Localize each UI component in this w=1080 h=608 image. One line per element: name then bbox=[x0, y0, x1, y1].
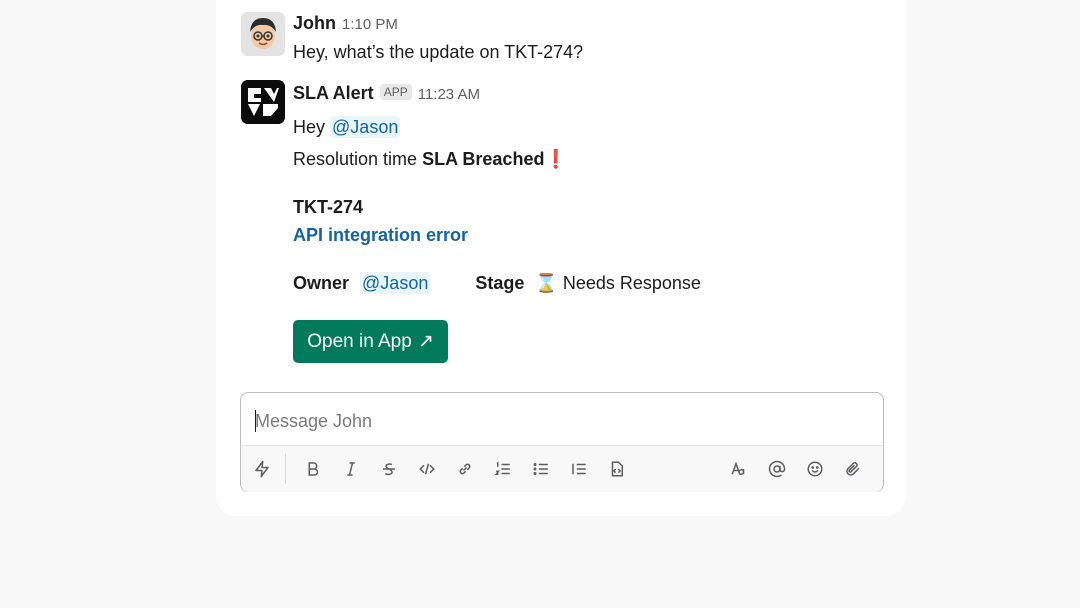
timestamp[interactable]: 11:23 AM bbox=[418, 86, 480, 103]
toolbar-divider bbox=[285, 454, 286, 484]
bulleted-list-icon[interactable] bbox=[528, 456, 554, 482]
message-input[interactable] bbox=[255, 409, 855, 433]
link-icon[interactable] bbox=[452, 456, 478, 482]
owner-mention[interactable]: @Jason bbox=[360, 272, 431, 294]
external-arrow-icon: ↗ bbox=[417, 331, 434, 352]
author-name[interactable]: John bbox=[293, 13, 336, 33]
resolution-label: Resolution time bbox=[293, 149, 418, 169]
open-in-app-button[interactable]: Open in App ↗ bbox=[293, 320, 448, 363]
code-icon[interactable] bbox=[414, 456, 440, 482]
timestamp[interactable]: 1:10 PM bbox=[342, 16, 398, 33]
john-avatar[interactable] bbox=[241, 12, 285, 56]
code-block-icon[interactable] bbox=[604, 456, 630, 482]
resolution-line: Resolution time SLA Breached❗ bbox=[293, 149, 567, 170]
greeting-text: Hey bbox=[293, 117, 326, 137]
ordered-list-icon[interactable] bbox=[490, 456, 516, 482]
exclamation-icon: ❗ bbox=[544, 149, 567, 169]
ticket-fields: Owner @Jason Stage ⌛ Needs Response bbox=[293, 272, 701, 294]
sla-alert-avatar[interactable] bbox=[241, 80, 285, 124]
greeting-line: Hey @Jason bbox=[293, 116, 401, 138]
app-badge: APP bbox=[379, 84, 412, 100]
composer-toolbar bbox=[241, 445, 883, 492]
bold-icon[interactable] bbox=[300, 456, 326, 482]
text-caret bbox=[255, 410, 256, 432]
app-logo-icon bbox=[241, 80, 285, 124]
shortcuts-icon[interactable] bbox=[249, 456, 275, 482]
message-composer bbox=[240, 392, 884, 492]
italic-icon[interactable] bbox=[338, 456, 364, 482]
blockquote-icon[interactable] bbox=[566, 456, 592, 482]
stage-label: Stage bbox=[475, 273, 525, 293]
sla-alert-header: SLA Alert APP 11:23 AM bbox=[293, 83, 480, 104]
formatting-icon[interactable] bbox=[726, 456, 752, 482]
emoji-icon[interactable] bbox=[802, 456, 828, 482]
sla-status: SLA Breached bbox=[422, 149, 545, 169]
hourglass-icon: ⌛ bbox=[535, 273, 558, 293]
ticket-title-link[interactable]: API integration error bbox=[293, 225, 468, 246]
stage-value: Needs Response bbox=[562, 273, 701, 293]
open-in-app-label: Open in App bbox=[307, 330, 412, 352]
attach-icon[interactable] bbox=[840, 456, 866, 482]
john-message-header: John 1:10 PM bbox=[293, 13, 398, 34]
memoji-avatar-icon bbox=[241, 12, 285, 56]
author-name[interactable]: SLA Alert bbox=[293, 83, 374, 103]
strikethrough-icon[interactable] bbox=[376, 456, 402, 482]
ticket-id: TKT-274 bbox=[293, 197, 364, 217]
john-message-text: Hey, what’s the update on TKT-274? bbox=[293, 42, 584, 62]
user-mention[interactable]: @Jason bbox=[330, 116, 401, 138]
owner-label: Owner bbox=[293, 273, 350, 293]
mention-icon[interactable] bbox=[764, 456, 790, 482]
